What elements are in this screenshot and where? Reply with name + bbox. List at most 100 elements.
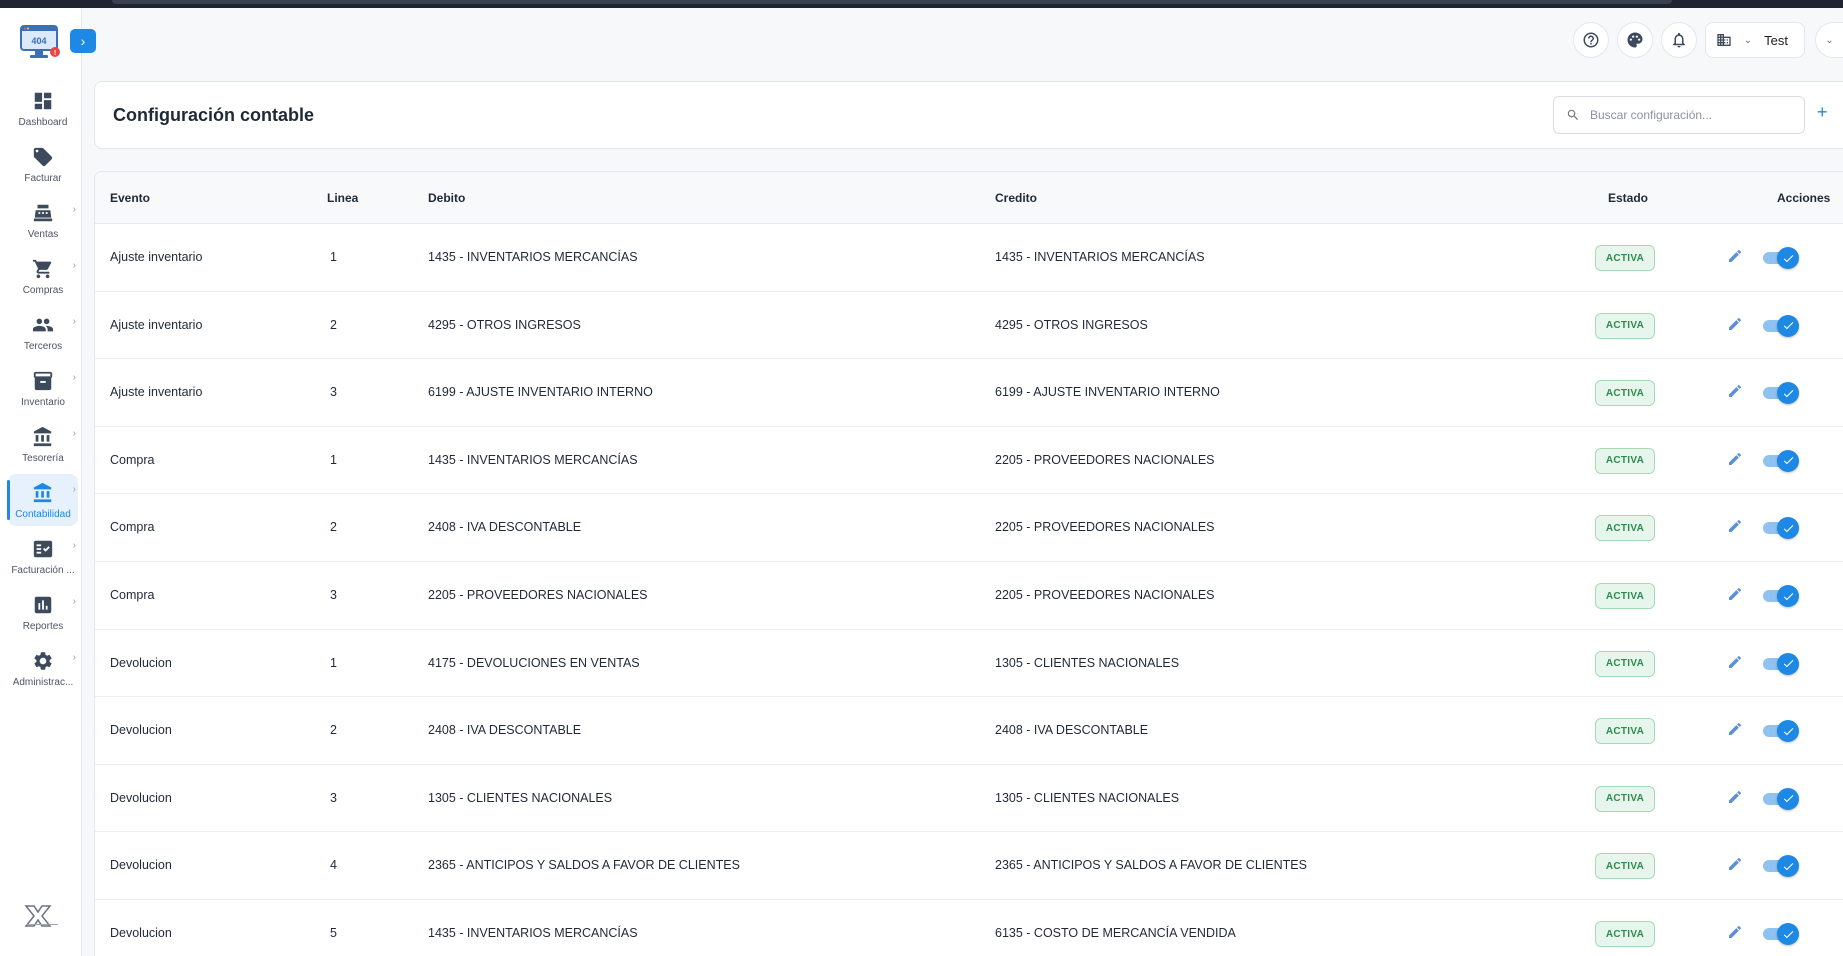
toggle-knob <box>1777 787 1799 810</box>
edit-icon <box>1729 385 1742 398</box>
cell-debito: 1435 - INVENTARIOS MERCANCÍAS <box>428 452 638 467</box>
active-toggle[interactable] <box>1763 382 1799 405</box>
sidebar-item-facturacion[interactable]: Facturación ... › <box>8 530 78 582</box>
chevron-right-icon: › <box>72 316 76 327</box>
notifications-button[interactable] <box>1660 22 1697 58</box>
search-icon <box>1567 109 1578 120</box>
sidebar-item-terceros[interactable]: Terceros › <box>8 306 78 358</box>
edit-button[interactable] <box>1727 586 1747 606</box>
status-badge: ACTIVA <box>1595 785 1655 812</box>
active-toggle[interactable] <box>1763 720 1799 743</box>
sidebar-item-tesoreria[interactable]: Tesorería › <box>8 418 78 470</box>
sidebar-expand-button[interactable]: › <box>70 29 96 53</box>
fact-check-icon <box>33 540 53 558</box>
column-header-estado[interactable]: Estado <box>1608 191 1648 205</box>
sidebar-item-inventario[interactable]: Inventario › <box>8 362 78 414</box>
cell-debito: 4175 - DEVOLUCIONES EN VENTAS <box>428 655 640 670</box>
sidebar-item-ventas[interactable]: Ventas › <box>8 194 78 246</box>
check-icon <box>1783 930 1793 938</box>
status-badge: ACTIVA <box>1595 312 1655 339</box>
sidebar-item-label: Administrac... <box>12 677 74 688</box>
column-header-evento[interactable]: Evento <box>110 191 150 205</box>
edit-icon <box>1729 452 1742 465</box>
edit-button[interactable] <box>1727 789 1747 809</box>
sidebar-item-label: Tesorería <box>22 453 64 464</box>
edit-icon <box>1729 317 1742 330</box>
edit-button[interactable] <box>1727 654 1747 674</box>
active-toggle[interactable] <box>1763 923 1799 945</box>
help-button[interactable] <box>1572 22 1609 58</box>
sidebar-item-dashboard[interactable]: Dashboard <box>8 82 78 134</box>
check-icon <box>1783 862 1793 871</box>
active-toggle[interactable] <box>1763 585 1799 607</box>
user-menu-button[interactable]: ⌄ <box>1815 22 1843 58</box>
palette-icon <box>1627 32 1643 48</box>
active-toggle[interactable] <box>1763 855 1799 878</box>
edit-button[interactable] <box>1727 518 1747 538</box>
sidebar-item-facturar[interactable]: Facturar <box>8 138 78 190</box>
active-toggle[interactable] <box>1763 787 1799 810</box>
edit-button[interactable] <box>1727 383 1747 403</box>
active-toggle[interactable] <box>1763 517 1799 540</box>
edit-icon <box>1729 925 1742 938</box>
theme-button[interactable] <box>1616 22 1653 58</box>
building-icon <box>1717 34 1731 46</box>
table-header: Evento Linea Debito Credito Estado Accio… <box>95 172 1843 224</box>
organization-select[interactable]: ⌄ Test <box>1704 22 1805 58</box>
sidebar-item-label: Terceros <box>23 341 63 352</box>
active-toggle[interactable] <box>1763 652 1799 675</box>
configuration-table: Evento Linea Debito Credito Estado Accio… <box>94 171 1843 956</box>
add-configuration-button[interactable]: + <box>1817 102 1828 123</box>
cell-credito: 2205 - PROVEEDORES NACIONALES <box>995 452 1215 467</box>
status-badge: ACTIVA <box>1595 583 1655 609</box>
table-row: Devolucion 2 2408 - IVA DESCONTABLE 2408 - … <box>95 697 1843 765</box>
cell-linea: 2 <box>330 520 337 535</box>
people-icon <box>32 318 54 332</box>
cell-credito: 6135 - COSTO DE MERCANCÍA VENDIDA <box>995 926 1236 940</box>
column-header-debito[interactable]: Debito <box>428 191 465 205</box>
cell-debito: 2408 - IVA DESCONTABLE <box>428 520 582 535</box>
edit-button[interactable] <box>1727 316 1747 336</box>
cell-linea: 2 <box>330 317 337 332</box>
cell-evento: Ajuste inventario <box>110 250 203 264</box>
app-logo[interactable]: ! 404 <box>18 22 62 62</box>
cell-credito: 1435 - INVENTARIOS MERCANCÍAS <box>995 250 1205 264</box>
toggle-knob <box>1777 449 1799 472</box>
sidebar-item-reportes[interactable]: Reportes › <box>8 586 78 638</box>
edit-icon <box>1729 655 1742 668</box>
edit-icon <box>1729 587 1742 600</box>
cell-linea: 2 <box>330 723 337 738</box>
cell-linea: 5 <box>330 926 337 940</box>
column-header-credito[interactable]: Credito <box>995 191 1037 205</box>
sidebar-item-contabilidad[interactable]: Contabilidad › <box>7 474 78 526</box>
edit-button[interactable] <box>1727 451 1747 471</box>
chevron-right-icon: › <box>72 652 76 663</box>
column-header-linea[interactable]: Linea <box>327 191 358 205</box>
edit-button[interactable] <box>1727 721 1747 741</box>
sidebar-item-compras[interactable]: Compras › <box>8 250 78 302</box>
sidebar-item-label: Contabilidad <box>15 509 71 520</box>
monitor-logo-icon: ! 404 <box>20 25 60 58</box>
chevron-right-icon: › <box>72 596 76 607</box>
active-toggle[interactable] <box>1763 314 1799 337</box>
edit-button[interactable] <box>1727 856 1747 876</box>
search-input[interactable] <box>1590 108 1790 122</box>
cell-evento: Ajuste inventario <box>110 317 203 332</box>
sidebar-nav: Dashboard Facturar Ventas › Compras › Te… <box>7 82 78 698</box>
active-toggle[interactable] <box>1763 247 1799 269</box>
edit-button[interactable] <box>1727 248 1747 268</box>
status-badge: ACTIVA <box>1595 245 1655 271</box>
chevron-down-icon: ⌄ <box>1825 34 1834 46</box>
chevron-right-icon: › <box>72 260 76 271</box>
active-toggle[interactable] <box>1763 449 1799 472</box>
brand-logo-icon <box>24 905 58 927</box>
chevron-right-icon: › <box>72 540 76 551</box>
svg-text:!: ! <box>54 50 56 57</box>
sidebar-item-administracion[interactable]: Administrac... › <box>8 642 78 694</box>
chevron-right-icon: › <box>72 372 76 383</box>
cell-credito: 2205 - PROVEEDORES NACIONALES <box>995 588 1215 602</box>
cell-debito: 2408 - IVA DESCONTABLE <box>428 723 582 738</box>
toggle-knob <box>1777 382 1799 405</box>
cell-evento: Compra <box>110 452 155 467</box>
edit-button[interactable] <box>1727 924 1747 944</box>
